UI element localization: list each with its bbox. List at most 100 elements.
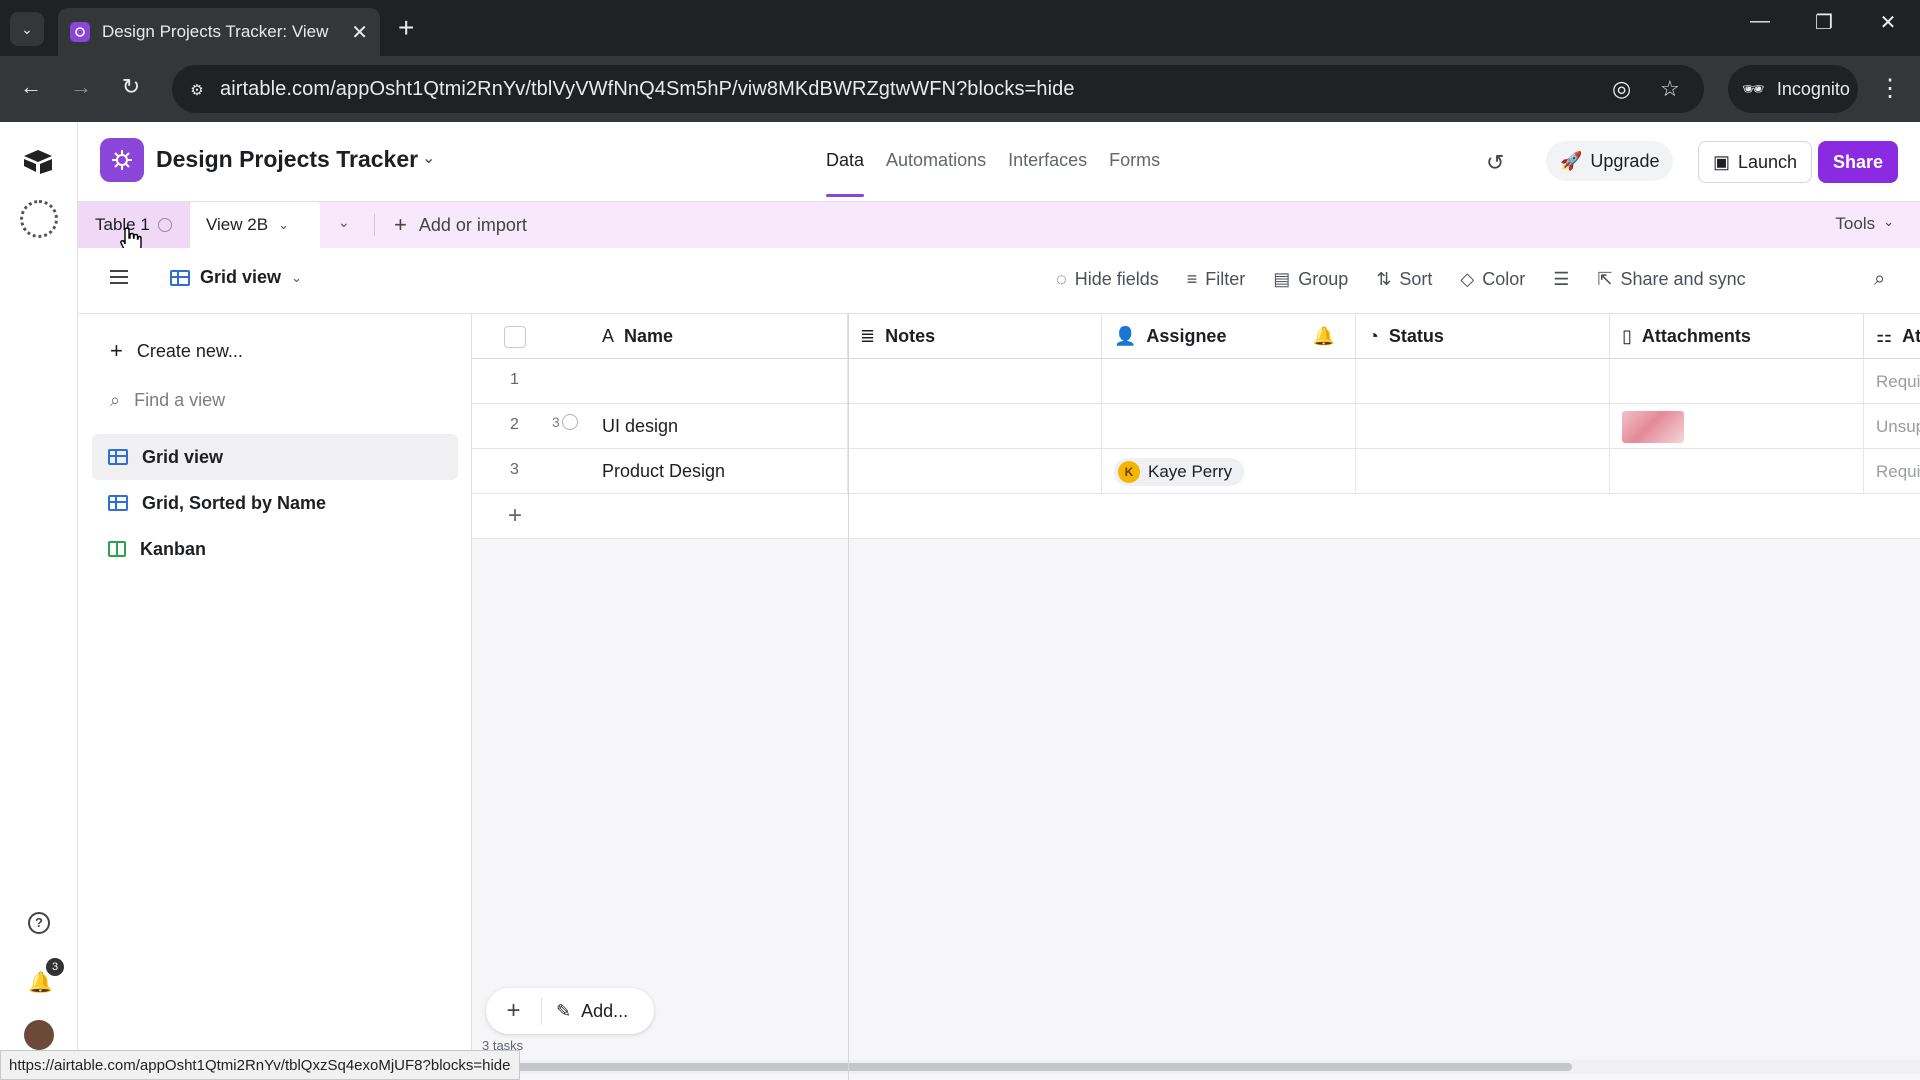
sidebar-item-grid-view[interactable]: Grid view xyxy=(92,434,458,480)
chevron-down-icon[interactable]: ⌄ xyxy=(422,148,435,168)
view-switcher[interactable]: Grid view ⌄ xyxy=(170,267,302,288)
browser-tab[interactable]: Design Projects Tracker: View 2B ✕ xyxy=(58,8,380,56)
cell-assignee[interactable] xyxy=(1102,404,1356,449)
comment-count[interactable]: 3 xyxy=(552,414,578,430)
grid-icon xyxy=(108,449,128,465)
toolbar-actions: ◌ Hide fields ≡ Filter ▤ Group ⇅ Sort ◇ … xyxy=(1056,269,1746,290)
forward-icon[interactable]: → xyxy=(64,74,98,100)
chevron-down-icon: ⌄ xyxy=(1883,214,1894,229)
column-header-notes[interactable]: ≣ Notes xyxy=(848,314,1102,359)
sidebar-item-kanban[interactable]: Kanban xyxy=(92,526,458,572)
group-button[interactable]: ▤ Group xyxy=(1273,269,1348,290)
sort-button[interactable]: ⇅ Sort xyxy=(1376,269,1432,290)
cell-notes[interactable] xyxy=(848,404,1102,449)
table-row[interactable]: 3 Product Design K Kaye Perry Requir xyxy=(472,449,1920,494)
tab-close-icon[interactable]: ✕ xyxy=(351,20,368,45)
base-icon[interactable] xyxy=(100,138,144,182)
nav-data[interactable]: Data xyxy=(826,150,865,197)
new-tab-button[interactable]: + xyxy=(398,12,414,44)
site-info-icon[interactable]: ⚙ xyxy=(184,77,210,103)
cell-notes[interactable] xyxy=(848,359,1102,404)
assignee-chip[interactable]: K Kaye Perry xyxy=(1114,457,1245,486)
share-and-sync-button[interactable]: ⇱ Share and sync xyxy=(1597,269,1745,290)
attachment-thumbnail[interactable] xyxy=(1622,410,1684,443)
add-menu-button[interactable]: ✎ Add... xyxy=(542,1001,628,1022)
select-all-checkbox[interactable] xyxy=(504,326,526,348)
back-icon[interactable]: ← xyxy=(14,74,48,100)
cell-assignee[interactable] xyxy=(1102,359,1356,404)
nav-forms[interactable]: Forms xyxy=(1109,150,1160,171)
sidebar-toggle-icon[interactable] xyxy=(110,270,128,284)
tab-view-2b[interactable]: View 2B ⌄ xyxy=(190,202,320,248)
view-item-label: Grid, Sorted by Name xyxy=(142,492,327,513)
bookmark-star-icon[interactable]: ☆ xyxy=(1660,76,1680,102)
cell-name[interactable]: UI design xyxy=(590,404,848,449)
history-icon[interactable]: ↺ xyxy=(1486,150,1504,176)
cell-att[interactable]: Requir xyxy=(1864,449,1920,494)
close-window-icon[interactable]: ✕ xyxy=(1868,10,1908,35)
airtable-favicon-icon xyxy=(70,22,90,42)
filter-button[interactable]: ≡ Filter xyxy=(1187,269,1246,290)
add-or-import-button[interactable]: + Add or import xyxy=(394,212,527,238)
cell-att[interactable]: Requir xyxy=(1864,359,1920,404)
url-text[interactable]: airtable.com/appOsht1Qtmi2RnYv/tblVyVWfN… xyxy=(220,78,1075,101)
scrollbar-thumb[interactable] xyxy=(512,1063,1572,1071)
column-header-name[interactable]: A Name xyxy=(590,314,848,359)
cell-attachments[interactable] xyxy=(1610,404,1864,449)
cell-attachments[interactable] xyxy=(1610,449,1864,494)
share-external-icon: ⇱ xyxy=(1597,269,1613,289)
eye-off-icon[interactable]: ◎ xyxy=(1612,76,1631,102)
cell-att[interactable]: Unsup xyxy=(1864,404,1920,449)
sidebar-item-grid-sorted[interactable]: Grid, Sorted by Name xyxy=(92,480,458,526)
column-header-attachments[interactable]: ▯ Attachments xyxy=(1610,314,1864,359)
share-button[interactable]: Share xyxy=(1818,141,1898,183)
column-label: Attachments xyxy=(1641,326,1751,346)
cell-status[interactable] xyxy=(1356,359,1610,404)
search-icon[interactable]: ⌕ xyxy=(1874,268,1885,291)
incognito-indicator[interactable]: 🕶 Incognito xyxy=(1728,65,1858,113)
bottom-add-bar: + ✎ Add... xyxy=(486,988,654,1034)
base-title[interactable]: Design Projects Tracker xyxy=(156,146,418,173)
hide-fields-button[interactable]: ◌ Hide fields xyxy=(1056,269,1159,290)
airtable-logo-icon[interactable] xyxy=(22,148,54,174)
workspace-loading-icon[interactable] xyxy=(20,200,58,238)
table-row[interactable]: 2 3 UI design Unsup xyxy=(472,404,1920,449)
find-view-input[interactable]: ⌕ Find a view xyxy=(110,390,225,411)
nav-interfaces[interactable]: Interfaces xyxy=(1008,150,1087,171)
divider xyxy=(374,214,375,236)
grid-header-row: A Name ≣ Notes 👤 Assignee 🔔 ◔ Status ▯ A… xyxy=(472,314,1920,359)
cell-status[interactable] xyxy=(1356,449,1610,494)
reload-icon[interactable]: ↻ xyxy=(114,74,148,100)
tab-search-button[interactable]: ⌄ xyxy=(10,12,44,46)
row-height-button[interactable]: ☰ xyxy=(1553,269,1569,290)
add-record-button[interactable]: + xyxy=(486,997,542,1025)
cell-notes[interactable] xyxy=(848,449,1102,494)
nav-automations[interactable]: Automations xyxy=(886,150,986,171)
restore-icon[interactable]: ❐ xyxy=(1804,10,1844,35)
plus-icon: + xyxy=(110,338,123,363)
cell-assignee[interactable]: K Kaye Perry xyxy=(1102,449,1356,494)
column-label: Name xyxy=(624,326,674,346)
more-tables-chevron-icon[interactable]: ⌄ xyxy=(338,214,350,231)
cell-name[interactable]: Product Design xyxy=(590,449,848,494)
user-avatar[interactable] xyxy=(24,1020,54,1050)
add-record-row[interactable]: + xyxy=(472,494,1920,539)
cell-attachments[interactable] xyxy=(1610,359,1864,404)
omnibox[interactable]: ⚙ airtable.com/appOsht1Qtmi2RnYv/tblVyVW… xyxy=(172,65,1704,113)
table-row[interactable]: 1 Requir xyxy=(472,359,1920,404)
cell-status[interactable] xyxy=(1356,404,1610,449)
upgrade-button[interactable]: 🚀 Upgrade xyxy=(1546,141,1674,181)
create-new-view-button[interactable]: + Create new... xyxy=(110,338,243,364)
magic-wand-icon: ✎ xyxy=(556,1000,572,1021)
column-header-status[interactable]: ◔ Status xyxy=(1356,314,1610,359)
browser-menu-icon[interactable]: ⋮ xyxy=(1878,74,1902,103)
horizontal-scrollbar[interactable] xyxy=(472,1060,1920,1074)
column-header-att[interactable]: ⚏ Att xyxy=(1864,314,1920,359)
launch-button[interactable]: ▣ Launch xyxy=(1698,141,1813,183)
cell-name[interactable] xyxy=(590,359,848,404)
column-header-assignee[interactable]: 👤 Assignee 🔔 xyxy=(1102,314,1356,359)
minimize-icon[interactable]: — xyxy=(1740,10,1780,33)
help-icon[interactable]: ? xyxy=(28,912,50,934)
color-button[interactable]: ◇ Color xyxy=(1460,269,1525,290)
tools-button[interactable]: Tools ⌄ xyxy=(1835,214,1894,234)
